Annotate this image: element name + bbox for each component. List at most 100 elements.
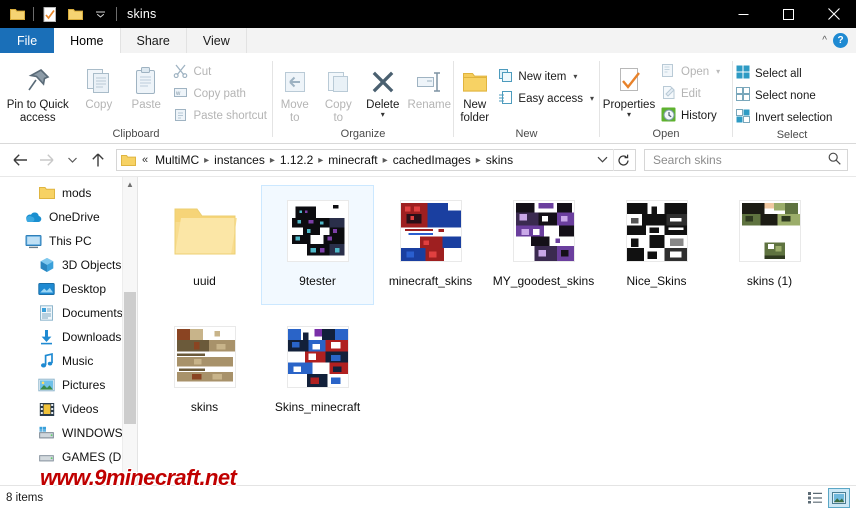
onedrive-icon	[25, 209, 42, 226]
search-box[interactable]	[644, 149, 848, 171]
easy-access-button[interactable]: Easy access ▾	[495, 88, 599, 109]
sidebar-item-windows-c[interactable]: WINDOWS (C:)	[0, 421, 137, 445]
breadcrumb-item-cachedimages[interactable]: cachedImages	[389, 153, 475, 167]
file-name: skins (1)	[746, 274, 793, 288]
select-none-button[interactable]: Select none	[733, 85, 837, 106]
open-dropdown-icon[interactable]: ▾	[716, 67, 720, 76]
paste-shortcut-button[interactable]: Paste shortcut	[170, 105, 272, 126]
chevron-down-icon[interactable]	[89, 3, 111, 25]
tab-home[interactable]: Home	[54, 28, 121, 54]
pin-to-quick-access-button[interactable]: Pin to Quick access	[0, 60, 76, 124]
breadcrumb-item-instances[interactable]: instances	[210, 153, 269, 167]
file-item-skins-1[interactable]: skins (1)	[713, 185, 826, 305]
tab-view[interactable]: View	[186, 28, 247, 54]
breadcrumb-bar[interactable]: « MultiMC ▸ instances ▸ 1.12.2 ▸ minecra…	[116, 149, 636, 171]
sidebar-item-pictures[interactable]: Pictures	[0, 373, 137, 397]
history-button[interactable]: History	[658, 105, 725, 126]
sidebar-item-desktop[interactable]: Desktop	[0, 277, 137, 301]
breadcrumb-overflow[interactable]: «	[138, 154, 151, 166]
maximize-button[interactable]	[766, 0, 811, 28]
breadcrumb-chevron-icon[interactable]: ▸	[382, 155, 389, 166]
refresh-button[interactable]	[613, 149, 633, 171]
open-button[interactable]: Open ▾	[658, 61, 725, 82]
sidebar-item-this-pc[interactable]: This PC	[0, 229, 137, 253]
folder-icon[interactable]	[6, 3, 28, 25]
skin-thumbnail-nice-skins	[625, 200, 688, 262]
file-item-my-goodest-skins[interactable]: MY_goodest_skins	[487, 185, 600, 305]
invert-selection-button[interactable]: Invert selection	[733, 107, 837, 128]
new-folder-icon[interactable]	[64, 3, 86, 25]
new-item-dropdown-icon[interactable]: ▾	[573, 72, 577, 81]
move-to-label: Move to	[280, 99, 309, 124]
help-icon[interactable]: ?	[833, 33, 848, 48]
close-button[interactable]	[811, 0, 856, 28]
sidebar-item-documents[interactable]: Documents	[0, 301, 137, 325]
properties-icon[interactable]	[39, 3, 61, 25]
music-icon	[38, 353, 55, 370]
file-item-skins-minecraft[interactable]: Skins_minecraft	[261, 311, 374, 431]
breadcrumb-item-minecraft[interactable]: minecraft	[324, 153, 381, 167]
file-item-skins[interactable]: skins	[148, 311, 261, 431]
recent-locations-button[interactable]	[60, 148, 84, 172]
breadcrumb-chevron-icon[interactable]: ▸	[317, 155, 324, 166]
rename-button[interactable]: Rename	[406, 60, 453, 112]
collapse-ribbon-icon[interactable]: ^	[822, 35, 827, 46]
breadcrumb-dropdown-icon[interactable]	[592, 155, 613, 165]
open-small-commands: Open ▾ Edit History	[658, 60, 725, 126]
ribbon-group-select: Select all Select none Invert selection	[733, 54, 851, 143]
easy-access-dropdown-icon[interactable]: ▾	[590, 94, 594, 103]
file-item-9tester[interactable]: 9tester	[261, 185, 374, 305]
breadcrumb-item-1-12-2[interactable]: 1.12.2	[276, 153, 317, 167]
back-button[interactable]	[8, 148, 32, 172]
details-view-button[interactable]	[804, 488, 826, 508]
delete-dropdown-icon[interactable]: ▾	[381, 110, 385, 118]
copy-path-button[interactable]: w Copy path	[170, 83, 272, 104]
sidebar-item-downloads[interactable]: Downloads	[0, 325, 137, 349]
drive-icon	[38, 449, 55, 466]
select-all-button[interactable]: Select all	[733, 63, 837, 84]
sidebar-item-onedrive[interactable]: OneDrive	[0, 205, 137, 229]
delete-button[interactable]: Delete ▾	[360, 60, 406, 118]
file-item-uuid[interactable]: uuid	[148, 185, 261, 305]
new-item-button[interactable]: New item ▾	[495, 66, 599, 87]
properties-button[interactable]: Properties ▾	[600, 60, 658, 118]
cut-button[interactable]: Cut	[170, 61, 272, 82]
sidebar-item-games-d[interactable]: GAMES (D:)	[0, 445, 137, 469]
copy-button[interactable]: Copy	[76, 60, 123, 112]
breadcrumb-chevron-icon[interactable]: ▸	[475, 155, 482, 166]
properties-dropdown-icon[interactable]: ▾	[627, 110, 631, 118]
navigation-scrollbar[interactable]: ▲	[122, 177, 137, 485]
new-folder-button[interactable]: New folder	[454, 60, 495, 124]
breadcrumb-item-skins[interactable]: skins	[482, 153, 517, 167]
file-item-minecraft-skins[interactable]: minecraft_skins	[374, 185, 487, 305]
copy-to-button[interactable]: Copy to	[317, 60, 361, 124]
easy-access-icon	[498, 90, 513, 108]
file-thumbnail	[399, 192, 462, 270]
sidebar-item-label: Music	[62, 354, 94, 368]
move-to-button[interactable]: Move to	[273, 60, 317, 124]
file-item-nice-skins[interactable]: Nice_Skins	[600, 185, 713, 305]
sidebar-item-mods[interactable]: mods	[0, 181, 137, 205]
tab-share[interactable]: Share	[120, 28, 187, 54]
edit-button[interactable]: Edit	[658, 83, 725, 104]
sidebar-item-label: Desktop	[62, 282, 107, 296]
breadcrumb-chevron-icon[interactable]: ▸	[269, 155, 276, 166]
file-name: uuid	[193, 274, 216, 288]
breadcrumb-chevron-icon[interactable]: ▸	[203, 155, 210, 166]
scroll-up-icon[interactable]: ▲	[123, 177, 137, 192]
search-icon[interactable]	[828, 152, 841, 168]
tab-file[interactable]: File	[0, 28, 55, 54]
sidebar-item-music[interactable]: Music	[0, 349, 137, 373]
breadcrumb-item-multimc[interactable]: MultiMC	[151, 153, 203, 167]
paste-button[interactable]: Paste	[122, 60, 170, 112]
minimize-button[interactable]	[721, 0, 766, 28]
sidebar-item-videos[interactable]: Videos	[0, 397, 137, 421]
file-thumbnail	[286, 192, 349, 270]
file-list-pane[interactable]: uuid 9tester minecraft_skins MY_goodest_…	[138, 177, 856, 485]
scrollbar-thumb[interactable]	[124, 292, 136, 424]
forward-button[interactable]	[34, 148, 58, 172]
sidebar-item-3d-objects[interactable]: 3D Objects	[0, 253, 137, 277]
large-icons-view-button[interactable]	[828, 487, 850, 508]
search-input[interactable]	[651, 152, 828, 168]
up-button[interactable]	[86, 148, 110, 172]
